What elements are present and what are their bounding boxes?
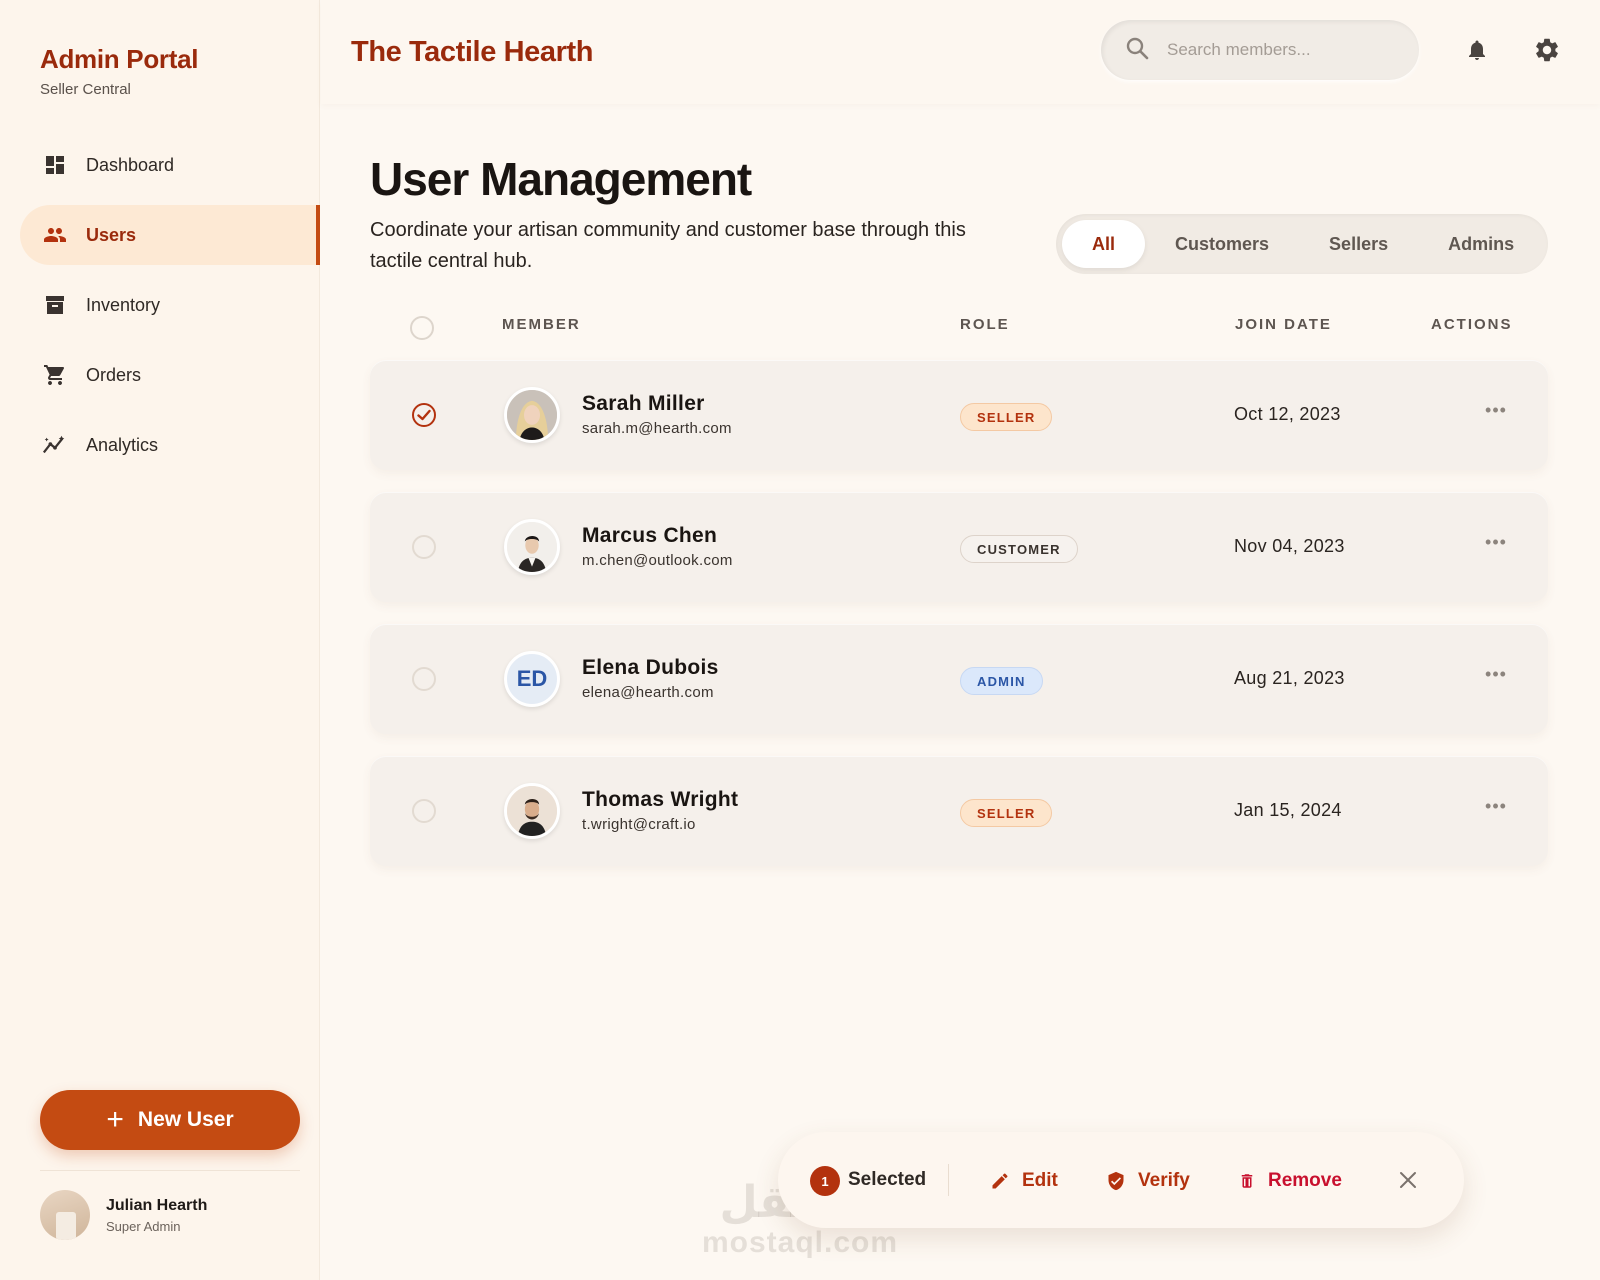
sidebar-item-orders[interactable]: Orders bbox=[20, 345, 320, 405]
column-header-join-date: JOIN DATE bbox=[1235, 316, 1332, 333]
profile-role: Super Admin bbox=[106, 1218, 181, 1234]
page-description: Coordinate your artisan community and cu… bbox=[370, 219, 966, 272]
sidebar-item-label: Dashboard bbox=[86, 154, 175, 175]
new-user-label: New User bbox=[137, 1108, 234, 1131]
cart-icon bbox=[42, 362, 68, 388]
dashboard-icon bbox=[42, 152, 68, 178]
top-header: The Tactile Hearth bbox=[321, 0, 1600, 104]
new-user-button[interactable]: + New User bbox=[40, 1090, 300, 1150]
member-name: Sarah Miller bbox=[582, 392, 705, 415]
row-checkbox[interactable] bbox=[412, 667, 436, 691]
close-icon[interactable] bbox=[1394, 1166, 1422, 1194]
avatar bbox=[504, 387, 560, 443]
user-profile[interactable]: Julian Hearth Super Admin bbox=[40, 1190, 207, 1240]
member-email: m.chen@outlook.com bbox=[582, 552, 733, 569]
avatar bbox=[40, 1190, 90, 1240]
more-actions-icon[interactable]: ••• bbox=[1482, 530, 1510, 554]
trash-icon bbox=[1241, 1174, 1253, 1188]
column-header-member: MEMBER bbox=[502, 316, 581, 333]
verify-button[interactable]: Verify bbox=[1106, 1166, 1190, 1196]
row-checkbox[interactable] bbox=[412, 799, 436, 823]
page-title: User Management bbox=[370, 153, 752, 205]
member-email: elena@hearth.com bbox=[582, 684, 714, 701]
search-icon bbox=[1125, 36, 1149, 65]
sidebar-item-analytics[interactable]: Analytics bbox=[20, 415, 320, 475]
users-icon bbox=[42, 222, 68, 248]
edit-button[interactable]: Edit bbox=[990, 1166, 1058, 1196]
role-badge: ADMIN bbox=[960, 667, 1043, 695]
site-title: The Tactile Hearth bbox=[351, 36, 594, 68]
profile-name: Julian Hearth bbox=[106, 1196, 208, 1214]
column-header-role: ROLE bbox=[960, 316, 1010, 333]
member-name: Thomas Wright bbox=[582, 788, 739, 811]
selected-count-badge: 1 bbox=[810, 1166, 840, 1196]
row-checkbox[interactable] bbox=[412, 535, 436, 559]
divider bbox=[948, 1164, 949, 1196]
remove-label: Remove bbox=[1268, 1170, 1342, 1191]
watermark-latin: mostaql.com bbox=[701, 1226, 899, 1259]
sidebar-item-dashboard[interactable]: Dashboard bbox=[20, 135, 320, 195]
plus-icon: + bbox=[106, 1103, 124, 1136]
analytics-icon bbox=[42, 432, 68, 458]
notifications-icon[interactable] bbox=[1461, 34, 1493, 66]
remove-button[interactable]: Remove bbox=[1238, 1166, 1342, 1196]
brand-title: Admin Portal bbox=[40, 44, 199, 74]
row-checkbox[interactable] bbox=[412, 403, 436, 427]
check-icon bbox=[417, 409, 431, 421]
avatar bbox=[504, 783, 560, 839]
tab-all[interactable]: All bbox=[1062, 220, 1146, 268]
sidebar-item-label: Orders bbox=[86, 364, 142, 385]
shield-check-icon bbox=[1108, 1171, 1124, 1191]
column-header-actions: ACTIONS bbox=[1431, 316, 1513, 333]
archive-icon bbox=[42, 292, 68, 318]
sidebar-item-label: Analytics bbox=[86, 434, 159, 455]
member-email: sarah.m@hearth.com bbox=[582, 420, 732, 437]
avatar-initials: ED bbox=[504, 651, 560, 707]
edit-label: Edit bbox=[1022, 1170, 1058, 1191]
role-filter-tabs: All Customers Sellers Admins bbox=[1056, 214, 1548, 274]
member-email: t.wright@craft.io bbox=[582, 816, 696, 833]
search-box[interactable] bbox=[1101, 20, 1419, 80]
verify-label: Verify bbox=[1138, 1170, 1190, 1191]
search-input[interactable] bbox=[1167, 40, 1387, 60]
sidebar-item-label: Users bbox=[86, 224, 137, 245]
join-date: Aug 21, 2023 bbox=[1234, 668, 1345, 688]
tab-customers[interactable]: Customers bbox=[1145, 220, 1299, 268]
table-row[interactable]: Sarah Miller sarah.m@hearth.com SELLER O… bbox=[370, 360, 1548, 470]
sidebar-nav: Dashboard Users Inventory Orders Analyti… bbox=[20, 135, 320, 485]
table-row[interactable]: Thomas Wright t.wright@craft.io SELLER J… bbox=[370, 756, 1548, 866]
selected-label: Selected bbox=[848, 1169, 927, 1190]
brand-subtitle: Seller Central bbox=[40, 81, 131, 98]
divider bbox=[40, 1170, 300, 1171]
select-all-checkbox[interactable] bbox=[410, 316, 434, 340]
join-date: Nov 04, 2023 bbox=[1234, 536, 1345, 556]
join-date: Oct 12, 2023 bbox=[1234, 404, 1341, 424]
role-badge: SELLER bbox=[960, 403, 1053, 431]
sidebar: Admin Portal Seller Central Dashboard Us… bbox=[0, 0, 320, 1280]
role-badge: CUSTOMER bbox=[960, 535, 1078, 563]
more-actions-icon[interactable]: ••• bbox=[1482, 662, 1510, 686]
member-name: Elena Dubois bbox=[582, 656, 719, 679]
table-row[interactable]: Marcus Chen m.chen@outlook.com CUSTOMER … bbox=[370, 492, 1548, 602]
pencil-icon bbox=[992, 1173, 1008, 1189]
bulk-action-bar: 1 Selected Edit Verify Remove bbox=[778, 1132, 1464, 1228]
sidebar-item-inventory[interactable]: Inventory bbox=[20, 275, 320, 335]
role-badge: SELLER bbox=[960, 799, 1053, 827]
avatar bbox=[504, 519, 560, 575]
tab-admins[interactable]: Admins bbox=[1418, 220, 1544, 268]
brand: Admin Portal Seller Central bbox=[40, 44, 199, 98]
more-actions-icon[interactable]: ••• bbox=[1482, 398, 1510, 422]
settings-gear-icon[interactable] bbox=[1531, 34, 1563, 66]
sidebar-item-users[interactable]: Users bbox=[20, 205, 320, 265]
tab-sellers[interactable]: Sellers bbox=[1299, 220, 1418, 268]
join-date: Jan 15, 2024 bbox=[1234, 800, 1342, 820]
member-name: Marcus Chen bbox=[582, 524, 718, 547]
table-row[interactable]: ED Elena Dubois elena@hearth.com ADMIN A… bbox=[370, 624, 1548, 734]
sidebar-item-label: Inventory bbox=[86, 294, 161, 315]
more-actions-icon[interactable]: ••• bbox=[1482, 794, 1510, 818]
